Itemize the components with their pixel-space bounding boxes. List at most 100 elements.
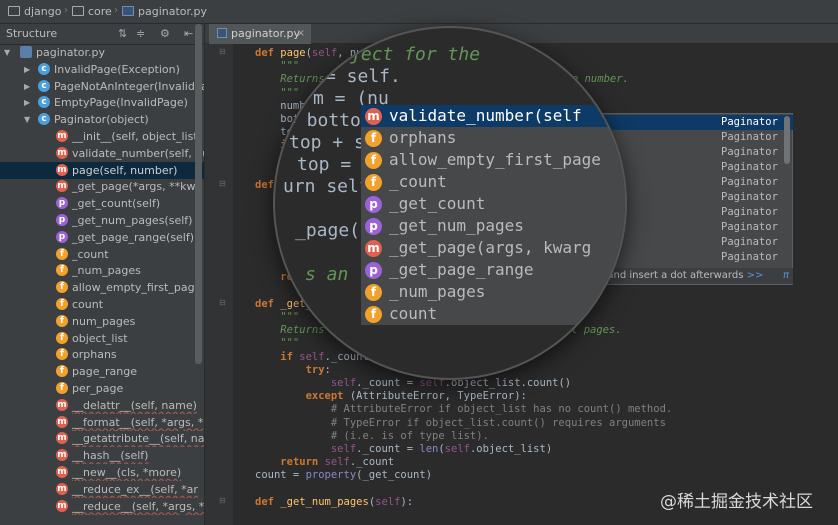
- magnifier-lens: age object for the = self. m = (nu = bottom…: [275, 28, 625, 378]
- completion-item[interactable]: f allow_empty_first_page: [361, 149, 625, 171]
- field-icon: f: [56, 281, 68, 294]
- code-line: # (i.e. is of type list).: [255, 429, 489, 442]
- expand-right-icon[interactable]: ▶: [24, 61, 30, 78]
- structure-item[interactable]: m _get_page(*args, **kwa: [0, 178, 204, 195]
- structure-item-label: _get_count(self): [72, 197, 161, 211]
- gear-icon[interactable]: ⚙: [160, 27, 170, 40]
- structure-item[interactable]: f orphans: [0, 346, 204, 363]
- code-line: try:: [305, 363, 331, 376]
- structure-item-label: orphans: [72, 348, 117, 362]
- completion-item[interactable]: f _num_pages: [361, 281, 625, 303]
- completion-item[interactable]: p _get_num_pages: [361, 215, 625, 237]
- completion-class: Paginator: [721, 116, 778, 128]
- structure-item[interactable]: m __reduce_ex__(self, *ar: [0, 481, 204, 498]
- structure-scrollbar[interactable]: [195, 24, 202, 364]
- structure-item[interactable]: m __new__(cls, *more): [0, 464, 204, 481]
- completion-label: _get_count: [389, 194, 486, 213]
- breadcrumb-file[interactable]: paginator.py: [122, 4, 207, 20]
- field-icon: f: [56, 331, 68, 344]
- completion-item[interactable]: f _count: [361, 171, 625, 193]
- field-icon: f: [56, 264, 68, 277]
- completion-label: validate_number(self: [389, 106, 582, 125]
- popup-more-link[interactable]: >>: [747, 270, 764, 281]
- hide-icon[interactable]: ⇤: [184, 27, 193, 40]
- structure-item-label: __reduce_ex__(self, *ar: [72, 482, 198, 496]
- structure-item[interactable]: m __init__(self, object_list,: [0, 128, 204, 145]
- expand-right-icon[interactable]: ▶: [24, 78, 30, 95]
- completion-item[interactable]: p _get_page_range: [361, 259, 625, 281]
- fold-icon[interactable]: ⊟: [219, 298, 226, 307]
- navigation-bar: django › core › paginator.py: [0, 0, 838, 24]
- completion-class: Paginator: [721, 191, 778, 203]
- structure-item[interactable]: f num_pages: [0, 313, 204, 330]
- structure-item[interactable]: f page_range: [0, 363, 204, 380]
- collapse-icon[interactable]: ≑: [136, 27, 145, 40]
- structure-item[interactable]: m validate_number(self, nu: [0, 145, 204, 162]
- structure-item[interactable]: m __delattr__(self, name): [0, 397, 204, 414]
- completion-item[interactable]: m validate_number(self: [361, 105, 625, 127]
- structure-item-label: __init__(self, object_list,: [72, 130, 202, 143]
- structure-item-label: _num_pages: [72, 264, 141, 278]
- structure-item[interactable]: ▶ c PageNotAnInteger(InvalidPa: [0, 78, 204, 95]
- structure-item[interactable]: f object_list: [0, 330, 204, 347]
- close-icon[interactable]: ×: [297, 24, 305, 44]
- structure-item-label: __format__(self, *args, *: [72, 415, 204, 429]
- structure-item[interactable]: m __format__(self, *args, *: [0, 414, 204, 431]
- structure-item-label: _get_page_range(self): [72, 230, 195, 244]
- structure-item[interactable]: ▶ c InvalidPage(Exception): [0, 61, 204, 78]
- fold-icon[interactable]: ⊟: [219, 179, 226, 188]
- completion-item[interactable]: m _get_page(args, kwarg: [361, 237, 625, 259]
- completion-label: count: [389, 304, 438, 323]
- field-icon: f: [56, 382, 68, 394]
- expand-right-icon[interactable]: ▶: [24, 94, 30, 111]
- structure-item[interactable]: m page(self, number): [0, 161, 204, 179]
- editor-gutter: [205, 44, 233, 525]
- completion-item[interactable]: f count: [361, 303, 625, 325]
- lens-code-line: age object for the: [285, 44, 481, 65]
- expand-down-icon[interactable]: ▼: [4, 44, 10, 61]
- structure-item[interactable]: m __reduce__(self, *args, *: [0, 498, 204, 515]
- sort-icon[interactable]: ⇅: [118, 27, 127, 40]
- structure-item[interactable]: ▼ paginator.py: [0, 44, 204, 61]
- class-icon: c: [38, 96, 50, 109]
- field-icon: f: [365, 306, 382, 323]
- completion-item[interactable]: f orphans: [361, 127, 625, 149]
- fold-icon[interactable]: ⊟: [219, 47, 226, 56]
- method-icon: m: [56, 432, 68, 445]
- method-icon: m: [365, 240, 382, 257]
- popup-scrollbar[interactable]: [784, 116, 790, 164]
- fold-icon[interactable]: ⊟: [219, 496, 226, 505]
- structure-item[interactable]: f per_page: [0, 380, 204, 397]
- structure-item[interactable]: m __hash__(self): [0, 447, 204, 464]
- structure-item[interactable]: f allow_empty_first_page: [0, 279, 204, 296]
- completion-label: _get_num_pages: [389, 216, 524, 235]
- structure-item[interactable]: p _get_num_pages(self): [0, 212, 204, 229]
- completion-class: Paginator: [721, 176, 778, 188]
- structure-item[interactable]: ▼ c Paginator(object): [0, 111, 204, 128]
- class-icon: c: [38, 113, 50, 126]
- structure-item-label: __delattr__(self, name): [72, 398, 197, 412]
- structure-item[interactable]: ▶ c EmptyPage(InvalidPage): [0, 94, 204, 111]
- completion-item[interactable]: p _get_count: [361, 193, 625, 215]
- structure-title: Structure: [6, 27, 58, 40]
- structure-item-label: _get_page(*args, **kwa: [72, 180, 203, 194]
- code-line: """: [255, 337, 300, 350]
- lens-code-line: = self.: [325, 66, 401, 87]
- structure-item[interactable]: p _get_page_range(self): [0, 229, 204, 246]
- structure-item[interactable]: f _num_pages: [0, 262, 204, 279]
- code-line: return self._count: [280, 456, 395, 469]
- field-icon: f: [365, 174, 382, 191]
- structure-item[interactable]: p _get_count(self): [0, 195, 204, 212]
- python-file-icon: [20, 46, 32, 58]
- tab-paginator[interactable]: paginator.py ×: [209, 24, 311, 44]
- structure-item-label: InvalidPage(Exception): [54, 62, 180, 76]
- expand-down-icon[interactable]: ▼: [24, 111, 30, 128]
- breadcrumb-core[interactable]: core: [72, 4, 112, 20]
- method-icon: m: [56, 163, 68, 176]
- code-line: """: [255, 311, 300, 323]
- field-icon: f: [56, 365, 68, 378]
- structure-item[interactable]: f _count: [0, 246, 204, 263]
- breadcrumb-django[interactable]: django: [8, 4, 61, 20]
- structure-item[interactable]: f count: [0, 296, 204, 313]
- structure-item[interactable]: m __getattribute__(self, na: [0, 430, 204, 447]
